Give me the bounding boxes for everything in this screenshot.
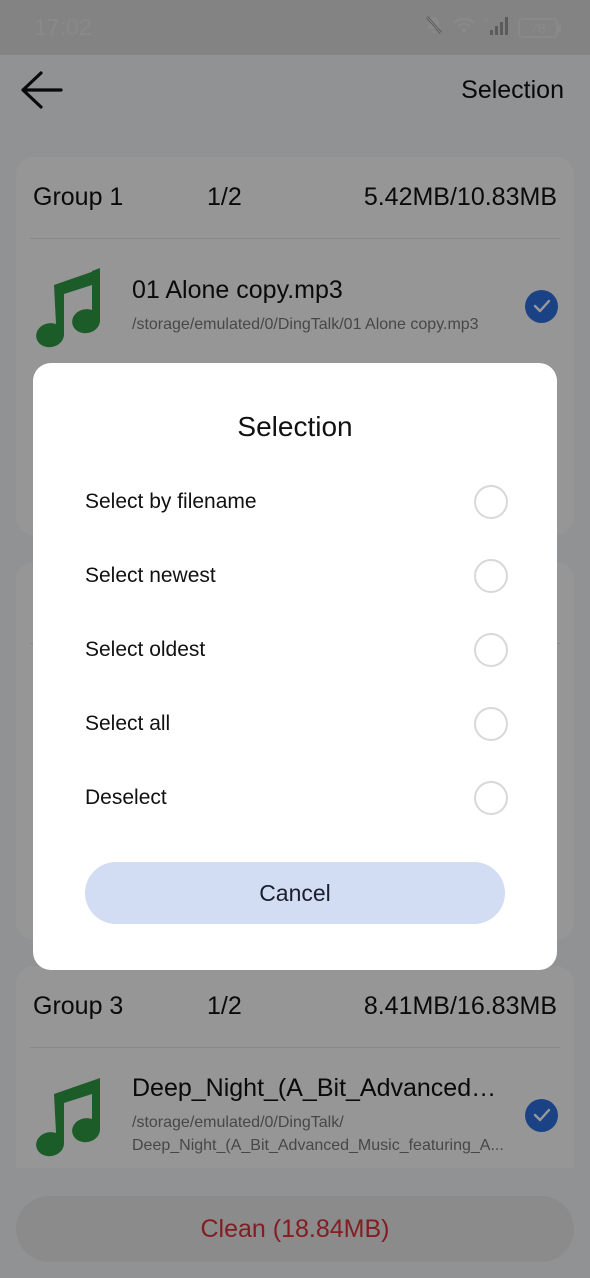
option-select-oldest[interactable]: Select oldest <box>33 613 557 687</box>
option-label: Select newest <box>85 564 216 587</box>
radio-button[interactable] <box>474 485 508 519</box>
option-label: Select oldest <box>85 638 206 661</box>
selection-options: Select by filename Select newest Select … <box>33 465 557 835</box>
radio-button[interactable] <box>474 707 508 741</box>
option-label: Deselect <box>85 786 167 809</box>
option-deselect[interactable]: Deselect <box>33 761 557 835</box>
cancel-button[interactable]: Cancel <box>85 862 505 924</box>
option-label: Select all <box>85 712 171 735</box>
selection-dialog: Selection Select by filename Select newe… <box>33 363 557 970</box>
option-label: Select by filename <box>85 490 257 513</box>
radio-button[interactable] <box>474 559 508 593</box>
radio-button[interactable] <box>474 633 508 667</box>
option-select-newest[interactable]: Select newest <box>33 539 557 613</box>
radio-button[interactable] <box>474 781 508 815</box>
status-scrim <box>0 0 590 55</box>
option-select-by-filename[interactable]: Select by filename <box>33 465 557 539</box>
dialog-title: Selection <box>237 411 353 442</box>
option-select-all[interactable]: Select all <box>33 687 557 761</box>
